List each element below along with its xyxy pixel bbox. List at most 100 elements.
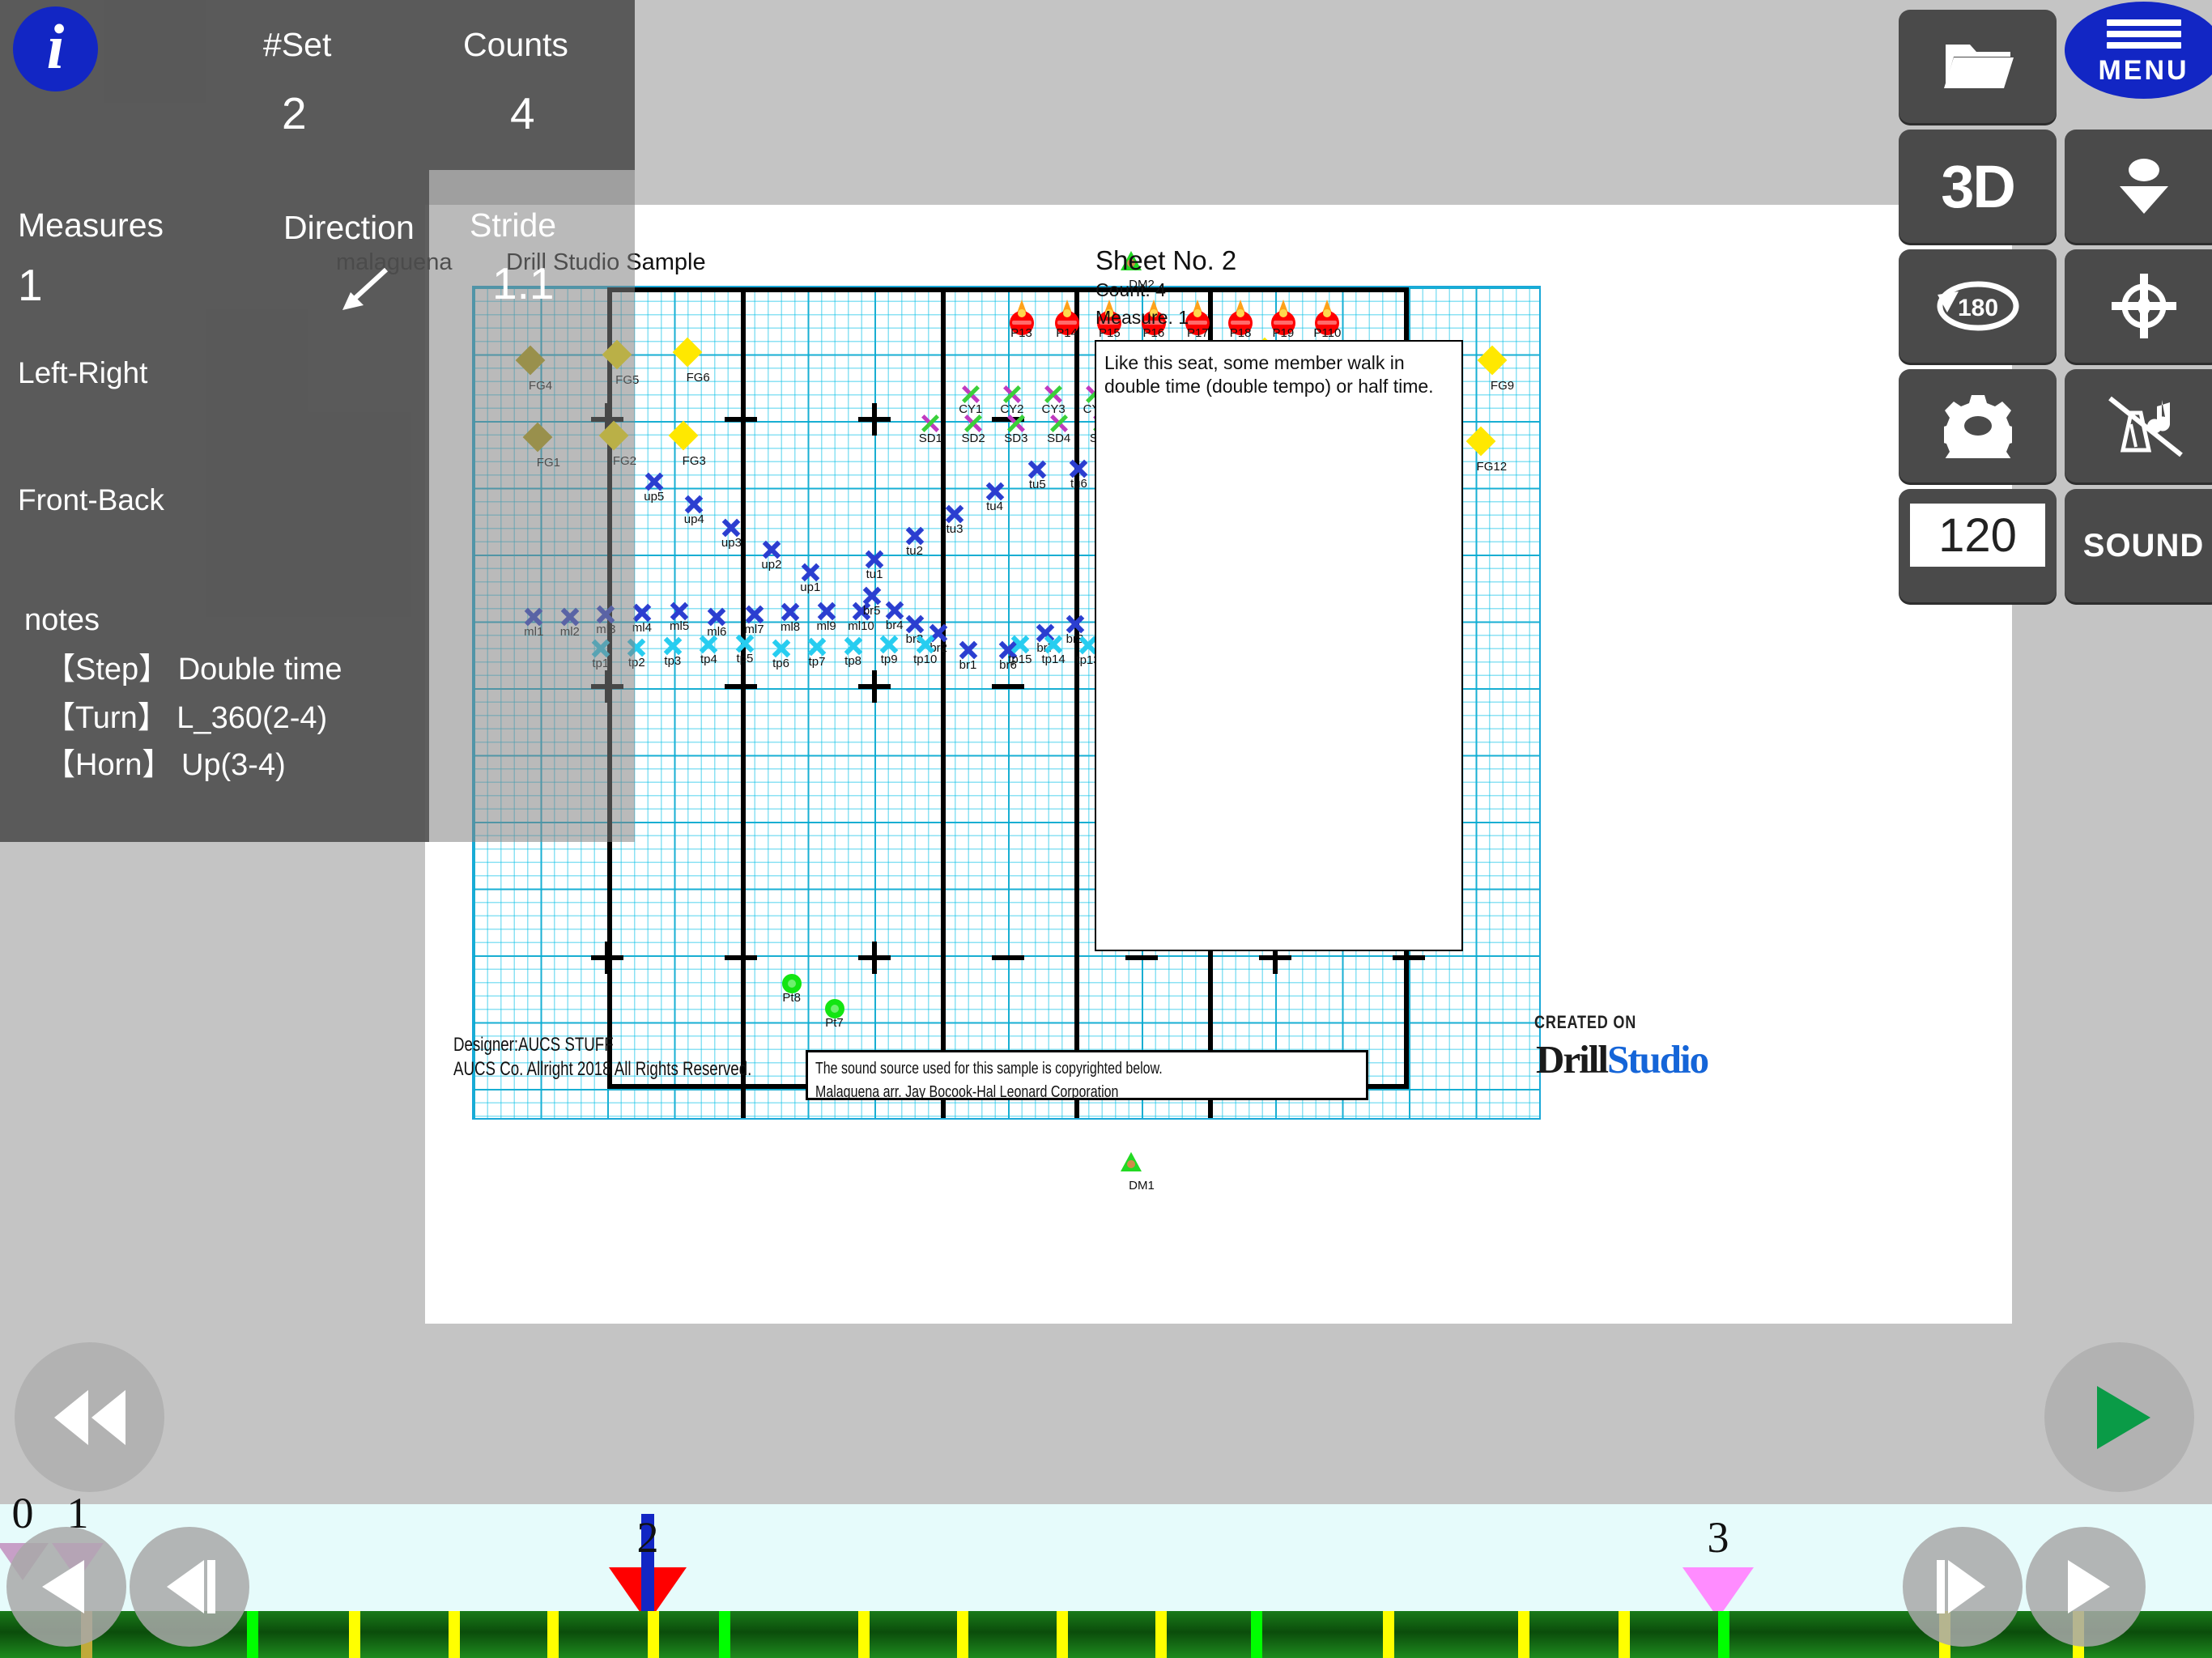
drill-marker[interactable]: tu1 <box>864 549 885 580</box>
drill-marker[interactable]: tp5 <box>734 633 755 665</box>
left-right-label: Left-Right <box>18 356 148 389</box>
performer-view-button[interactable] <box>2065 130 2212 243</box>
timeline-tick <box>719 1611 730 1658</box>
open-file-button[interactable] <box>1899 10 2057 123</box>
next-step-button[interactable] <box>1903 1527 2023 1647</box>
drill-marker[interactable]: SD4 <box>1047 413 1070 444</box>
drill-marker[interactable]: up3 <box>721 517 742 549</box>
drill-marker[interactable]: P13 <box>1009 300 1034 339</box>
prev-step-icon <box>167 1560 215 1613</box>
view-3d-button[interactable]: 3D <box>1899 130 2057 243</box>
drill-marker[interactable]: ml9 <box>816 601 837 632</box>
marker-label: up2 <box>761 558 782 572</box>
marker-label: tu5 <box>1028 477 1046 491</box>
drill-marker[interactable]: tu5 <box>1027 459 1048 491</box>
drill-marker[interactable]: ml8 <box>780 602 801 633</box>
tempo-button[interactable]: 120 <box>1899 489 2057 602</box>
drill-marker[interactable]: FG3 <box>668 420 706 467</box>
marker-label: tp9 <box>880 652 898 666</box>
drill-marker[interactable]: tu2 <box>904 525 925 557</box>
prev-set-button[interactable] <box>6 1527 126 1647</box>
rotate-180-button[interactable]: 180 <box>1899 249 2057 363</box>
drill-marker[interactable]: up2 <box>761 539 782 571</box>
timeline-tick <box>1057 1611 1068 1658</box>
settings-button[interactable] <box>1899 369 2057 483</box>
drill-marker[interactable]: tp8 <box>843 636 864 667</box>
drill-marker[interactable]: Pt7 <box>824 998 844 1029</box>
sheet-number: Sheet No. 2 <box>1095 245 1237 275</box>
drill-marker[interactable]: P17 <box>1185 300 1210 339</box>
designer-line-1: Designer:AUCS STUFF <box>453 1034 614 1056</box>
rewind-button[interactable] <box>15 1342 164 1492</box>
drill-marker[interactable]: ml6 <box>706 606 727 638</box>
marker-label: FG12 <box>1476 459 1508 474</box>
metronome-mute-button[interactable] <box>2065 369 2212 483</box>
copyright-line-2: Malaguena arr. Jay Bocook-Hal Leonard Co… <box>815 1083 1119 1101</box>
marker-label: P14 <box>1056 326 1078 341</box>
drill-marker[interactable]: br3 <box>904 614 925 645</box>
drill-marker[interactable]: up1 <box>800 562 821 593</box>
drill-marker[interactable]: tp10 <box>913 634 937 665</box>
note-text-horn: Up(3-4) <box>181 748 286 782</box>
svg-text:180: 180 <box>1957 295 1997 321</box>
copyright-box: The sound source used for this sample is… <box>806 1050 1368 1101</box>
prev-step-button[interactable] <box>130 1527 249 1647</box>
tempo-value[interactable]: 120 <box>1910 504 2045 567</box>
drill-marker[interactable]: tp3 <box>662 636 683 667</box>
marker-label: tu4 <box>986 500 1003 514</box>
drill-marker[interactable]: FG9 <box>1477 345 1514 392</box>
drill-marker[interactable]: br8 <box>1065 614 1086 645</box>
play-button[interactable] <box>2044 1342 2194 1492</box>
menu-button[interactable]: MENU <box>2065 2 2212 99</box>
center-target-button[interactable] <box>2065 249 2212 363</box>
copyright-line-1: The sound source used for this sample is… <box>815 1060 1163 1078</box>
drill-marker[interactable]: DM1 <box>1121 1151 1155 1192</box>
timeline-tick <box>1383 1611 1394 1658</box>
timeline-tick <box>1155 1611 1167 1658</box>
timeline-tick <box>1718 1611 1729 1658</box>
drill-marker[interactable]: ml5 <box>669 601 690 632</box>
timeline[interactable]: 0123 <box>0 1489 2212 1658</box>
info-icon[interactable]: i <box>13 6 98 91</box>
drill-marker[interactable]: tp14 <box>1041 634 1065 665</box>
pin-red-marker <box>1228 300 1253 336</box>
drill-marker[interactable]: SD3 <box>1004 413 1027 444</box>
drill-marker[interactable]: tu4 <box>985 481 1006 512</box>
timeline-bar[interactable] <box>0 1611 2212 1658</box>
drill-marker[interactable]: up4 <box>683 494 704 525</box>
drill-marker[interactable]: P110 <box>1313 300 1341 339</box>
drill-marker[interactable]: FG6 <box>672 337 710 384</box>
drill-marker[interactable]: tp4 <box>698 634 719 665</box>
drill-marker[interactable]: tp9 <box>878 634 900 665</box>
marker-label: P110 <box>1313 326 1342 341</box>
sound-button[interactable]: SOUND <box>2065 489 2212 602</box>
drill-marker[interactable]: tp7 <box>806 636 827 668</box>
drill-marker[interactable]: tp6 <box>771 638 792 670</box>
hash-mark <box>992 955 1024 960</box>
drill-marker[interactable]: br5 <box>861 585 883 617</box>
sheet-note-box[interactable]: Like this seat, some member walk in doub… <box>1095 340 1463 951</box>
drill-marker[interactable]: ml7 <box>744 604 765 636</box>
drill-marker[interactable]: tu6 <box>1068 458 1089 490</box>
drill-marker[interactable]: CY2 <box>1000 384 1023 415</box>
drill-marker[interactable]: Pt8 <box>781 974 802 1004</box>
drill-marker[interactable]: br1 <box>958 640 979 671</box>
drill-marker[interactable]: FG12 <box>1465 426 1507 473</box>
drill-marker[interactable]: P18 <box>1228 300 1253 339</box>
drill-marker[interactable]: br4 <box>884 600 905 631</box>
drill-marker[interactable]: SD1 <box>919 413 942 444</box>
timeline-tick <box>349 1611 360 1658</box>
drill-marker[interactable]: P14 <box>1054 300 1079 339</box>
drill-marker[interactable]: P19 <box>1270 300 1295 339</box>
marker-label: SD2 <box>961 431 985 445</box>
drill-marker[interactable]: CY3 <box>1042 384 1066 415</box>
drill-marker[interactable]: tu3 <box>944 504 965 535</box>
hash-mark <box>872 942 877 974</box>
target-icon <box>2111 274 2176 338</box>
drill-marker[interactable]: up5 <box>644 471 665 503</box>
next-set-button[interactable] <box>2026 1527 2146 1647</box>
drill-marker[interactable]: CY1 <box>959 384 982 415</box>
drill-marker[interactable]: SD2 <box>962 413 985 444</box>
drill-marker[interactable]: tp15 <box>1008 634 1032 665</box>
sheet-measure: Measure. 1 <box>1095 307 1189 328</box>
